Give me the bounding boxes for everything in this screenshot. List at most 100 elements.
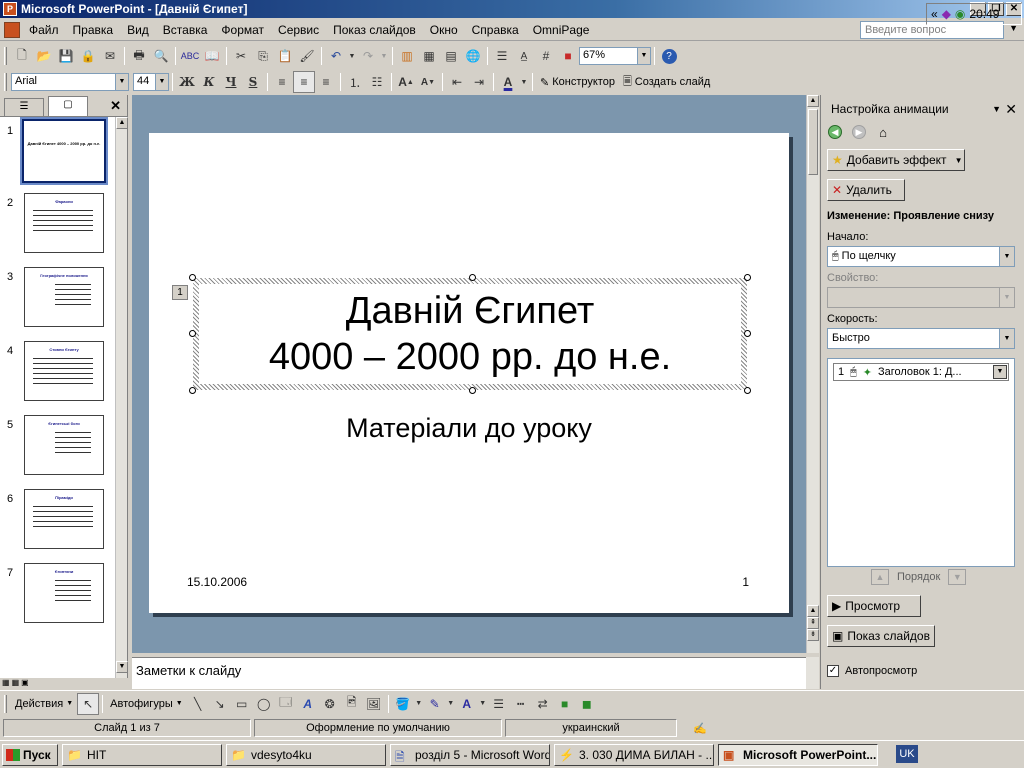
animation-item[interactable]: 1 🖱 ✦ Заголовок 1: Д... ▼ <box>833 363 1009 381</box>
select-arrow-icon[interactable]: ↖ <box>77 692 100 715</box>
bullets-icon[interactable]: ☷ <box>366 71 388 93</box>
bold-button[interactable]: Ж <box>176 71 198 93</box>
resize-handle[interactable] <box>469 274 476 281</box>
slide-thumbnail-row[interactable]: 6 Піраміди <box>0 489 116 559</box>
line-style-icon[interactable]: ☰ <box>488 693 510 715</box>
chevron-down-icon[interactable]: ▼ <box>999 247 1014 266</box>
save-icon[interactable]: 💾 <box>55 45 77 67</box>
tab-slides[interactable]: ▢ <box>48 96 88 116</box>
rectangle-icon[interactable]: ▭ <box>231 693 253 715</box>
checkbox-icon[interactable]: ✓ <box>827 665 839 677</box>
resize-handle[interactable] <box>189 387 196 394</box>
undo-dropdown-icon[interactable]: ▼ <box>347 45 357 67</box>
preview-button[interactable]: ▶ Просмотр <box>827 595 921 617</box>
fill-color-icon[interactable]: 🪣 <box>392 693 414 715</box>
fill-dropdown-icon[interactable]: ▼ <box>414 693 424 715</box>
clipart-icon[interactable]: 🖻 <box>341 693 363 715</box>
line-color-icon[interactable]: ✎ <box>424 693 446 715</box>
menu-edit[interactable]: Правка <box>66 23 121 37</box>
slideshow-view-icon[interactable]: ▣ <box>21 678 29 690</box>
property-select[interactable]: ▼ <box>827 287 1015 308</box>
permission-icon[interactable]: 🔒 <box>77 45 99 67</box>
next-slide-icon[interactable]: ⇟ <box>807 629 819 641</box>
color-grayscale-icon[interactable]: ■ <box>557 45 579 67</box>
insert-chart-icon[interactable]: ▥ <box>396 45 418 67</box>
cut-icon[interactable]: ✂ <box>230 45 252 67</box>
add-effect-button[interactable]: ★ Добавить эффект ▼ <box>827 149 965 171</box>
shadow-button[interactable]: S <box>242 71 264 93</box>
print-preview-icon[interactable]: 🔍 <box>150 45 172 67</box>
remove-button[interactable]: ✕ Удалить <box>827 179 905 201</box>
chevron-down-icon[interactable]: ▼ <box>115 74 128 90</box>
arrow-style-icon[interactable]: ⇄ <box>532 693 554 715</box>
menu-file[interactable]: Файл <box>22 23 66 37</box>
underline-button[interactable]: Ч <box>220 71 242 93</box>
tray-expand-icon[interactable]: « <box>931 7 938 21</box>
slide-thumbnail-row[interactable]: 7 Єгиптяни <box>0 563 116 633</box>
wordart-icon[interactable]: A <box>297 693 319 715</box>
scroll-down-icon[interactable]: ▼ <box>116 661 128 673</box>
menu-view[interactable]: Вид <box>120 23 156 37</box>
font-color-dropdown-icon[interactable]: ▼ <box>478 693 488 715</box>
new-icon[interactable]: 🗋 <box>11 45 33 67</box>
spelling-icon[interactable]: ABC <box>179 45 201 67</box>
menu-format[interactable]: Формат <box>214 23 271 37</box>
arrow-icon[interactable]: ↘ <box>209 693 231 715</box>
menu-slideshow[interactable]: Показ слайдов <box>326 23 423 37</box>
font-color-dropdown-icon[interactable]: ▼ <box>519 71 529 93</box>
toolbar-grip[interactable] <box>4 47 7 65</box>
slide-subtitle[interactable]: Матеріали до уроку <box>149 413 789 444</box>
slide-thumbnail[interactable]: Давній Єгипет 4000 – 2000 рр. до н.е. <box>20 117 108 185</box>
slide-thumbnail[interactable]: Стовпи Єгипту <box>24 341 104 401</box>
slide[interactable]: 1 Давній Єгипет 4000 – 2000 рр. до н.е. … <box>149 133 789 613</box>
forward-icon[interactable]: ▶ <box>849 123 869 141</box>
menu-window[interactable]: Окно <box>423 23 465 37</box>
notes-scrollbar[interactable] <box>806 657 819 689</box>
autopreview-checkbox[interactable]: ✓ Автопросмотр <box>827 665 917 677</box>
move-down-icon[interactable]: ▼ <box>948 569 967 585</box>
slide-thumbnail-row[interactable]: 5 Єгипетські боги <box>0 415 116 485</box>
slide-thumbnail[interactable]: Єгиптяни <box>24 563 104 623</box>
grid-icon[interactable]: # <box>535 45 557 67</box>
title-placeholder[interactable]: Давній Єгипет 4000 – 2000 рр. до н.е. <box>189 274 751 394</box>
redo-dropdown-icon[interactable]: ▼ <box>379 45 389 67</box>
start-button[interactable]: Пуск <box>2 743 58 766</box>
close-icon[interactable]: ✕ <box>1005 99 1017 119</box>
print-icon[interactable]: 🖶 <box>128 45 150 67</box>
font-color-icon[interactable]: A <box>497 71 519 93</box>
insert-table-icon[interactable]: ▦ <box>418 45 440 67</box>
picture-icon[interactable]: 🖼 <box>363 693 385 715</box>
notes-input[interactable]: Заметки к слайду <box>132 657 806 689</box>
move-up-icon[interactable]: ▲ <box>871 569 889 585</box>
menu-omnipage[interactable]: OmniPage <box>526 23 597 37</box>
chevron-down-icon[interactable]: ▼ <box>992 99 1001 119</box>
scroll-up-icon[interactable]: ▲ <box>807 95 819 107</box>
autoshapes-menu[interactable]: Автофигуры ▼ <box>106 693 187 715</box>
back-icon[interactable]: ◀ <box>825 123 845 141</box>
resize-handle[interactable] <box>189 274 196 281</box>
language-indicator[interactable]: UK <box>896 745 918 763</box>
tray-app-icon[interactable]: ◆ <box>942 7 951 21</box>
menu-tools[interactable]: Сервис <box>271 23 326 37</box>
slideshow-button[interactable]: ▣ Показ слайдов <box>827 625 935 647</box>
tray-app-icon[interactable]: ◉ <box>955 7 965 21</box>
email-icon[interactable]: ✉ <box>99 45 121 67</box>
slide-thumbnail[interactable]: Піраміди <box>24 489 104 549</box>
research-icon[interactable]: 📖 <box>201 45 223 67</box>
animation-tag[interactable]: 1 <box>172 285 188 300</box>
home-icon[interactable]: ⌂ <box>873 123 893 141</box>
show-formatting-icon[interactable]: A̲ <box>513 45 535 67</box>
slide-thumbnail-row[interactable]: 4 Стовпи Єгипту <box>0 341 116 411</box>
actions-menu[interactable]: Действия ▼ <box>11 693 77 715</box>
document-icon[interactable] <box>4 21 20 38</box>
start-select[interactable]: 🖱 По щелчку ▼ <box>827 246 1015 267</box>
taskbar-item-active[interactable]: ▣ Microsoft PowerPoint... <box>718 743 878 766</box>
toolbar-grip[interactable] <box>4 694 7 713</box>
open-icon[interactable]: 📂 <box>33 45 55 67</box>
chevron-down-icon[interactable]: ▼ <box>993 365 1007 379</box>
chevron-down-icon[interactable]: ▼ <box>637 48 650 64</box>
menu-help[interactable]: Справка <box>465 23 526 37</box>
toolbar-grip[interactable] <box>4 73 7 91</box>
slide-thumbnail[interactable]: Єгипетські боги <box>24 415 104 475</box>
expand-all-icon[interactable]: ☰ <box>491 45 513 67</box>
